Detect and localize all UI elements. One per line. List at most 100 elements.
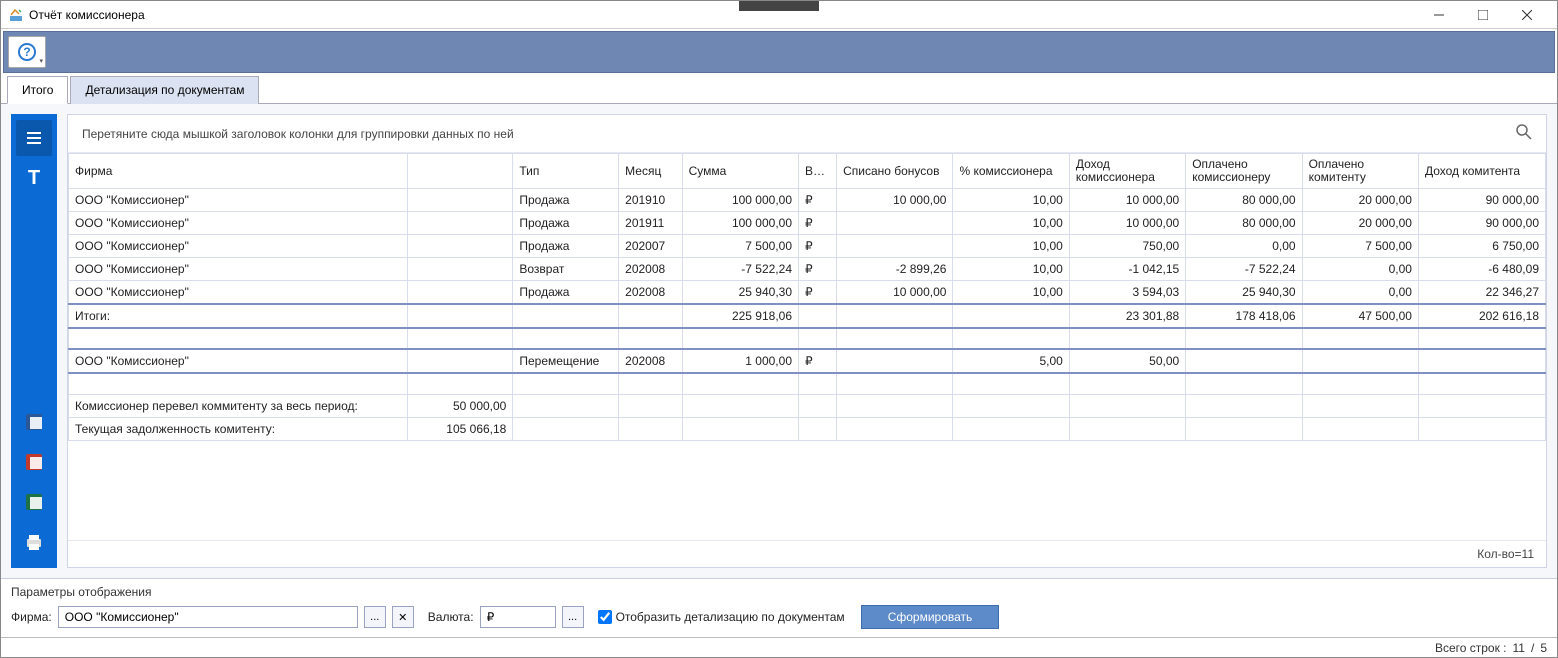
- cell[interactable]: Итоги:: [69, 304, 408, 328]
- cell[interactable]: 47 500,00: [1302, 304, 1418, 328]
- cell[interactable]: -6 480,09: [1418, 258, 1545, 281]
- cell[interactable]: [1302, 349, 1418, 373]
- table-row[interactable]: ООО "Комиссионер"Продажа2020077 500,00₽1…: [69, 235, 1546, 258]
- cell[interactable]: 20 000,00: [1302, 212, 1418, 235]
- col-pct[interactable]: % комиссионера: [953, 154, 1069, 189]
- cell[interactable]: [69, 373, 408, 394]
- cell[interactable]: 1 000,00: [682, 349, 798, 373]
- maximize-button[interactable]: [1461, 2, 1505, 28]
- cell[interactable]: 178 418,06: [1186, 304, 1302, 328]
- cell[interactable]: 100 000,00: [682, 212, 798, 235]
- cell[interactable]: 20 000,00: [1302, 189, 1418, 212]
- table-row[interactable]: ООО "Комиссионер"Продажа201910100 000,00…: [69, 189, 1546, 212]
- col-firm[interactable]: Фирма: [69, 154, 408, 189]
- cell[interactable]: 10 000,00: [837, 281, 953, 305]
- col-blank[interactable]: [407, 154, 513, 189]
- cell[interactable]: [619, 373, 682, 394]
- cell[interactable]: [953, 417, 1069, 440]
- cell[interactable]: ₽: [799, 235, 837, 258]
- print-icon[interactable]: [16, 524, 52, 560]
- cell[interactable]: [513, 328, 619, 349]
- cell[interactable]: Продажа: [513, 212, 619, 235]
- cell[interactable]: Перемещение: [513, 349, 619, 373]
- cell[interactable]: [407, 189, 513, 212]
- cell[interactable]: 90 000,00: [1418, 212, 1545, 235]
- col-income-m[interactable]: Доход комитента: [1418, 154, 1545, 189]
- col-bonus[interactable]: Списано бонусов: [837, 154, 953, 189]
- cell[interactable]: [619, 394, 682, 417]
- cell[interactable]: [953, 373, 1069, 394]
- cell[interactable]: [69, 328, 408, 349]
- cell[interactable]: 10 000,00: [837, 189, 953, 212]
- cell[interactable]: 10,00: [953, 258, 1069, 281]
- cell[interactable]: [837, 373, 953, 394]
- cell[interactable]: 6 750,00: [1418, 235, 1545, 258]
- group-panel[interactable]: Перетяните сюда мышкой заголовок колонки…: [68, 115, 1546, 153]
- cell[interactable]: [1069, 417, 1185, 440]
- cell[interactable]: 0,00: [1302, 258, 1418, 281]
- detail-checkbox-input[interactable]: [598, 610, 612, 624]
- cell[interactable]: -7 522,24: [1186, 258, 1302, 281]
- firm-clear-button[interactable]: ✕: [392, 606, 414, 628]
- cell[interactable]: [1418, 373, 1545, 394]
- search-icon[interactable]: [1516, 124, 1532, 143]
- cell[interactable]: [953, 304, 1069, 328]
- cell[interactable]: -1 042,15: [1069, 258, 1185, 281]
- cell[interactable]: 750,00: [1069, 235, 1185, 258]
- cell[interactable]: 202008: [619, 281, 682, 305]
- cell[interactable]: 50 000,00: [407, 394, 513, 417]
- cell[interactable]: [619, 417, 682, 440]
- cell[interactable]: [513, 373, 619, 394]
- cell[interactable]: [799, 373, 837, 394]
- cell[interactable]: [837, 349, 953, 373]
- cell[interactable]: [799, 417, 837, 440]
- cell[interactable]: [1069, 373, 1185, 394]
- cell[interactable]: 10 000,00: [1069, 189, 1185, 212]
- cell[interactable]: [513, 417, 619, 440]
- cell[interactable]: [799, 394, 837, 417]
- cell[interactable]: [1069, 394, 1185, 417]
- cell[interactable]: [1186, 394, 1302, 417]
- cell[interactable]: [619, 304, 682, 328]
- cell[interactable]: ООО "Комиссионер": [69, 235, 408, 258]
- cell[interactable]: ООО "Комиссионер": [69, 349, 408, 373]
- cell[interactable]: Продажа: [513, 189, 619, 212]
- cell[interactable]: [1186, 373, 1302, 394]
- cell[interactable]: [682, 328, 798, 349]
- cell[interactable]: 7 500,00: [1302, 235, 1418, 258]
- cell[interactable]: 5,00: [953, 349, 1069, 373]
- cell[interactable]: Текущая задолженность комитенту:: [69, 417, 408, 440]
- cell[interactable]: ₽: [799, 258, 837, 281]
- table-row[interactable]: ООО "Комиссионер"Возврат202008-7 522,24₽…: [69, 258, 1546, 281]
- cell[interactable]: 0,00: [1186, 235, 1302, 258]
- cell[interactable]: ООО "Комиссионер": [69, 189, 408, 212]
- cell[interactable]: 25 940,30: [682, 281, 798, 305]
- cell[interactable]: 90 000,00: [1418, 189, 1545, 212]
- cell[interactable]: [619, 328, 682, 349]
- cell[interactable]: [1418, 328, 1545, 349]
- tab-detail[interactable]: Детализация по документам: [70, 76, 259, 104]
- cell[interactable]: [682, 417, 798, 440]
- cell[interactable]: [407, 304, 513, 328]
- cell[interactable]: [407, 373, 513, 394]
- help-button[interactable]: ? ▾: [8, 36, 46, 68]
- menu-icon[interactable]: [16, 120, 52, 156]
- col-currency[interactable]: Валюта: [799, 154, 837, 189]
- cell[interactable]: [837, 394, 953, 417]
- cell[interactable]: 23 301,88: [1069, 304, 1185, 328]
- cell[interactable]: [407, 349, 513, 373]
- cell[interactable]: 105 066,18: [407, 417, 513, 440]
- cell[interactable]: [407, 212, 513, 235]
- firm-input[interactable]: [58, 606, 358, 628]
- cell[interactable]: -2 899,26: [837, 258, 953, 281]
- cell[interactable]: 202008: [619, 258, 682, 281]
- close-button[interactable]: [1505, 2, 1549, 28]
- cell[interactable]: [407, 258, 513, 281]
- cell[interactable]: 25 940,30: [1186, 281, 1302, 305]
- cell[interactable]: 3 594,03: [1069, 281, 1185, 305]
- cell[interactable]: [1302, 328, 1418, 349]
- col-sum[interactable]: Сумма: [682, 154, 798, 189]
- export-pdf-icon[interactable]: [16, 444, 52, 480]
- minimize-button[interactable]: [1417, 2, 1461, 28]
- cell[interactable]: [407, 328, 513, 349]
